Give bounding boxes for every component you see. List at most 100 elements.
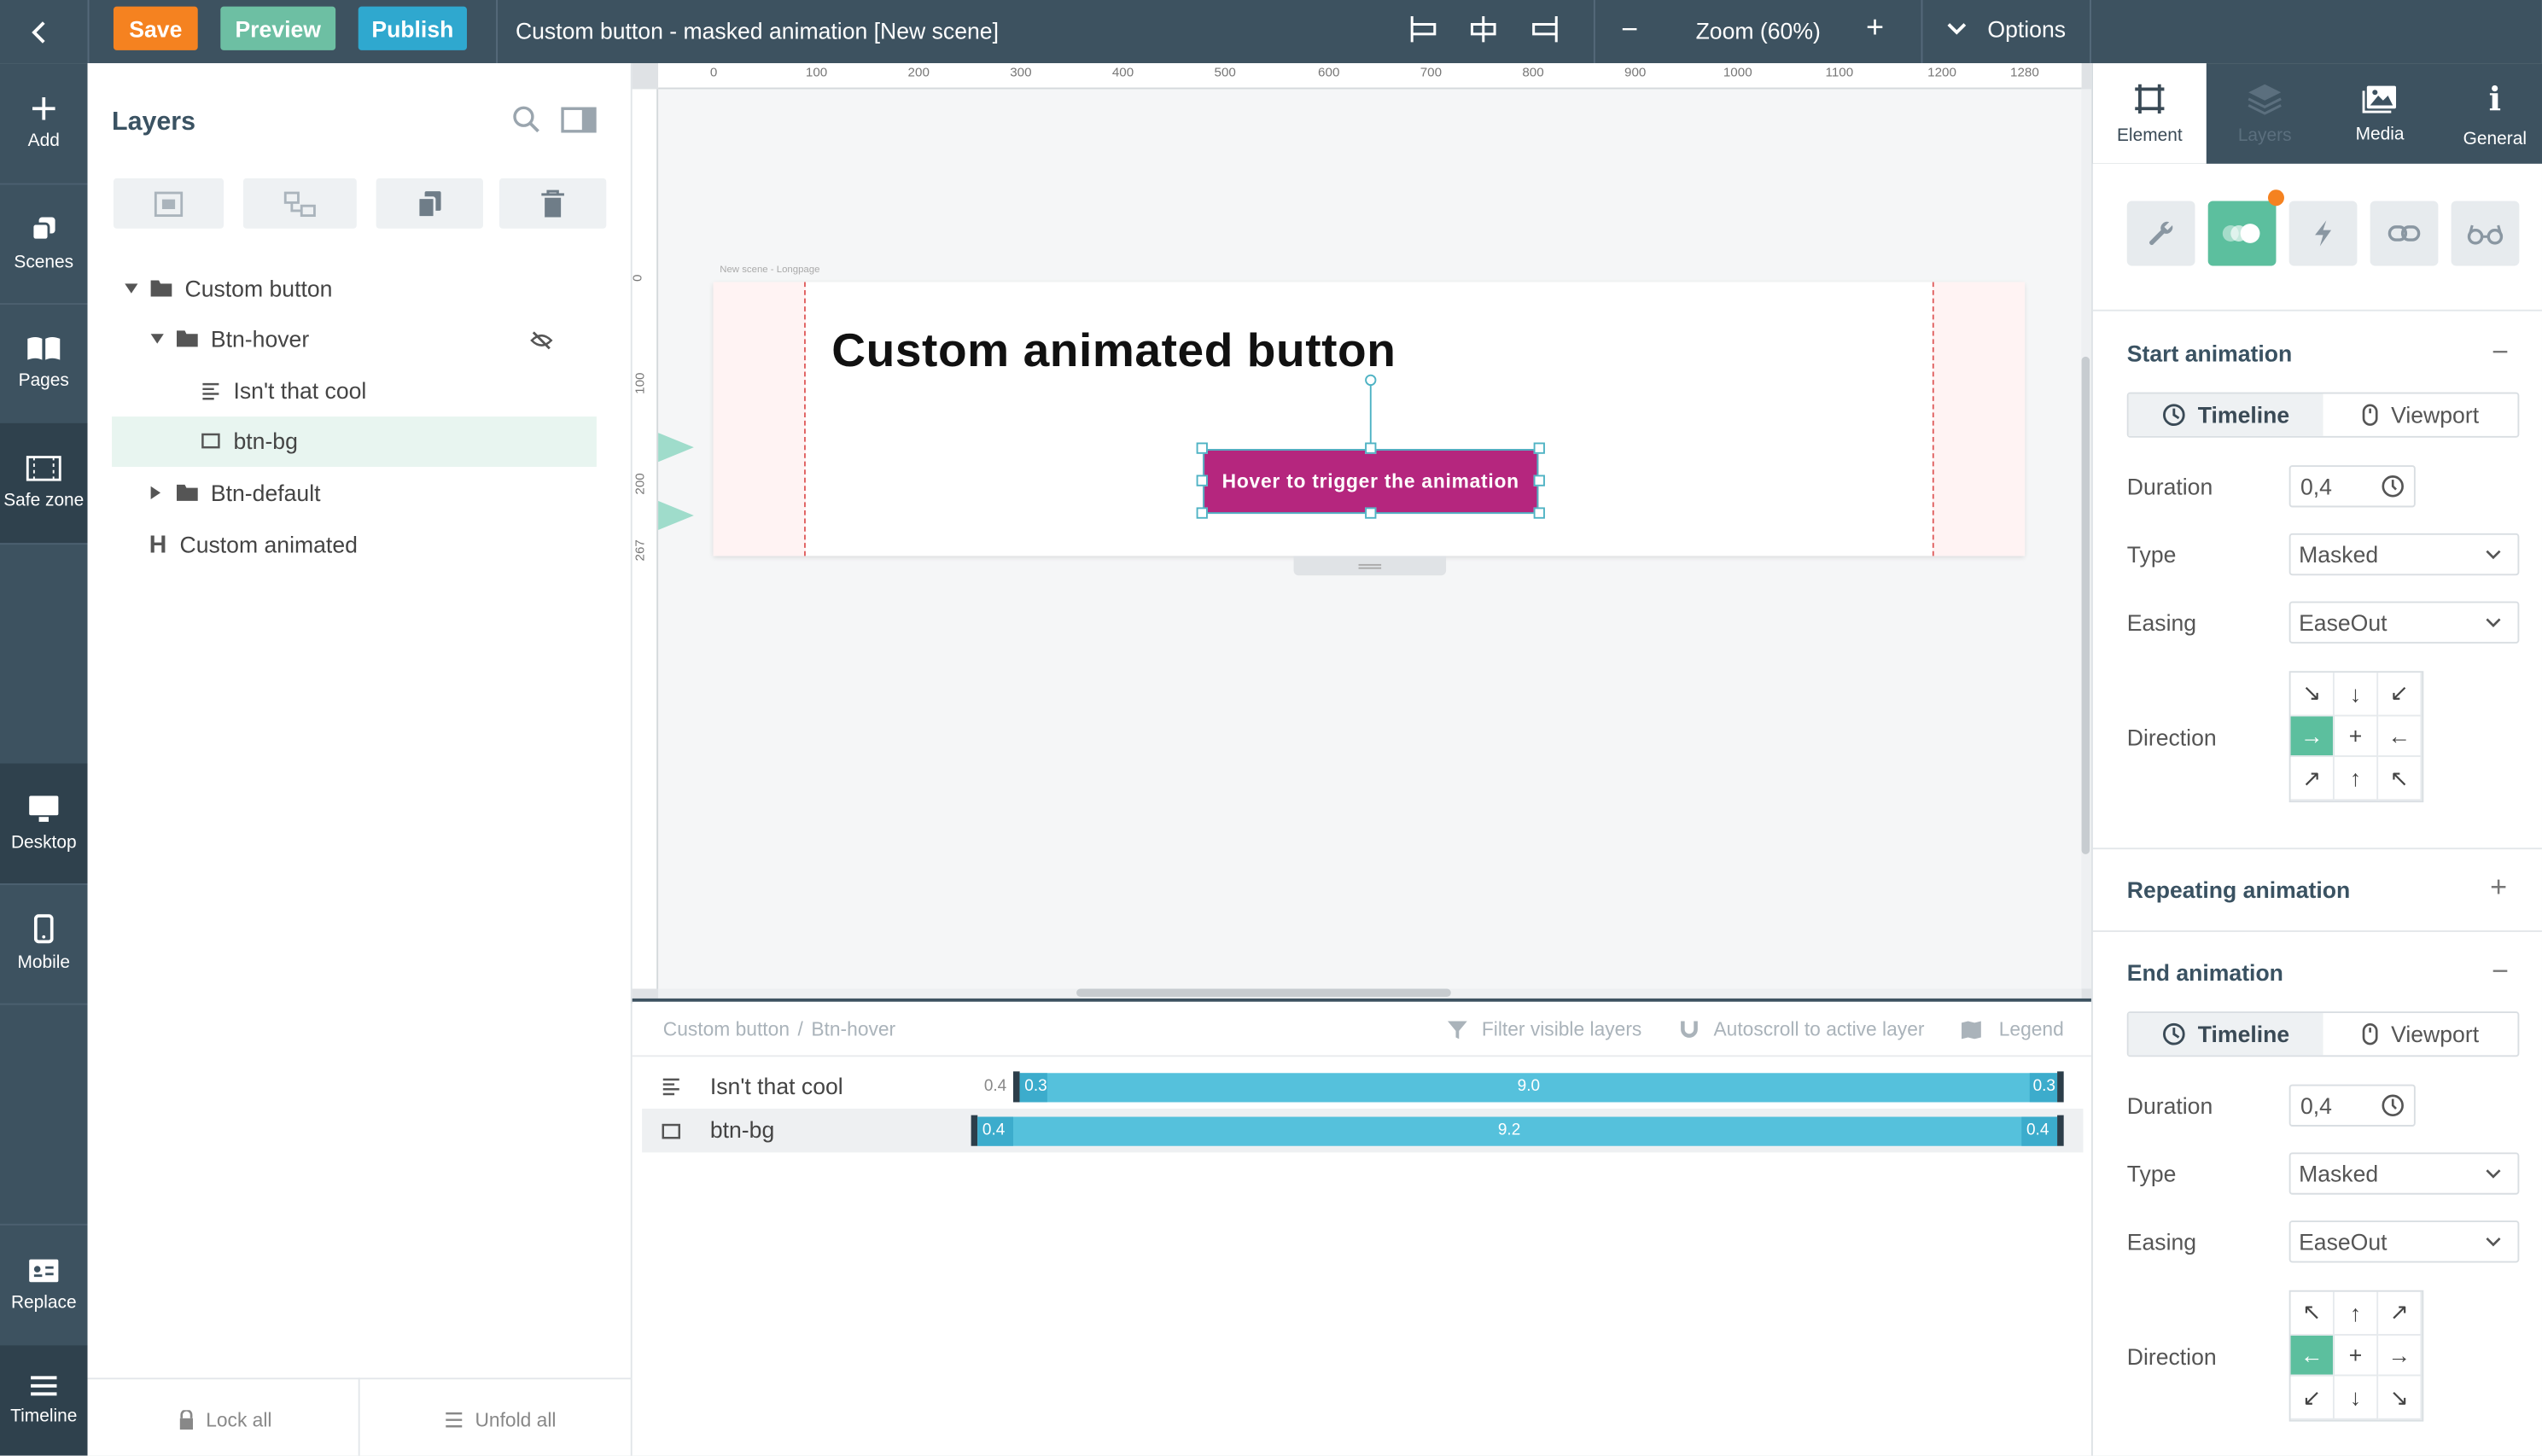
direction-arrow[interactable]: → [2378,1335,2422,1377]
tree-item-custom-button[interactable]: Custom button [123,265,332,313]
resize-handle[interactable] [1533,507,1545,519]
direction-arrow[interactable]: ↙ [2290,1377,2335,1420]
timeline-row[interactable]: Isn't that cool 0.4 0.3 9.0 0.3 [642,1065,2083,1109]
direction-arrow[interactable]: ← [2378,715,2422,758]
preview-button[interactable]: Preview [220,6,336,50]
autoscroll-toggle[interactable]: Autoscroll to active layer [1680,1018,1924,1040]
direction-center[interactable]: + [2334,1335,2379,1377]
unfold-all-button[interactable]: Unfold all [444,1408,556,1431]
duplicate-button[interactable] [376,178,483,229]
animation-markers[interactable] [658,433,697,546]
zoom-in-button[interactable]: + [1866,11,1884,47]
end-mode-timeline[interactable]: Timeline [2128,1013,2323,1056]
accessibility-tool-button[interactable] [2451,201,2520,266]
direction-arrow[interactable]: ↙ [2378,673,2422,716]
group-button[interactable] [113,178,224,229]
timeline-bar-start-handle[interactable] [971,1115,978,1146]
zoom-out-button[interactable]: − [1621,13,1638,47]
direction-arrow[interactable]: ↘ [2378,1377,2422,1420]
end-duration-input[interactable]: 0,4 [2288,1084,2416,1127]
start-type-select[interactable]: Masked [2288,533,2520,576]
canvas-page[interactable]: Custom animated button Hover to trigger … [713,282,2026,556]
breadcrumb-current[interactable]: Btn-hover [811,1018,895,1041]
settings-tool-button[interactable] [2126,201,2195,266]
timeline-button[interactable]: Timeline [0,1345,88,1456]
search-button[interactable] [512,105,541,143]
end-easing-select[interactable]: EaseOut [2288,1220,2520,1263]
end-type-select[interactable]: Masked [2288,1152,2520,1195]
timeline-bar-end-handle[interactable] [2057,1071,2064,1103]
timeline-bar-start-handle[interactable] [1013,1071,1020,1103]
resize-handle[interactable] [1365,507,1377,519]
safe-zone-button[interactable]: Safe zone [0,422,88,544]
replace-button[interactable]: Replace [0,1226,88,1346]
direction-arrow[interactable]: ↘ [2290,673,2335,716]
tab-media[interactable]: Media [2323,63,2437,164]
breadcrumb-root[interactable]: Custom button [663,1018,790,1041]
end-mode-viewport[interactable]: Viewport [2323,1013,2518,1055]
trigger-tool-button[interactable] [2288,201,2358,266]
direction-arrow[interactable]: ↗ [2290,757,2335,801]
visibility-toggle[interactable] [530,329,553,358]
mobile-button[interactable]: Mobile [0,883,88,1004]
resize-handle[interactable] [1365,442,1377,454]
link-tool-button[interactable] [2370,201,2439,266]
align-left-button[interactable] [1408,13,1443,45]
horizontal-scrollbar[interactable] [658,988,2082,999]
tree-item-custom-animated[interactable]: H Custom animated [149,521,358,569]
tab-general[interactable]: i General [2438,63,2542,164]
animation-tool-button[interactable] [2207,189,2284,266]
resize-handle[interactable] [1196,507,1208,519]
direction-arrow[interactable]: ↓ [2334,1377,2379,1420]
align-center-button[interactable] [1467,13,1503,45]
resize-handle[interactable] [1196,475,1208,486]
pages-button[interactable]: Pages [0,303,88,423]
vertical-scrollbar[interactable] [2081,89,2091,989]
tree-item-isnt-that-cool[interactable]: Isn't that cool [201,366,366,415]
align-right-button[interactable] [1529,13,1565,45]
start-easing-select[interactable]: EaseOut [2288,601,2520,644]
tree-item-btn-bg[interactable]: btn-bg [201,416,298,465]
options-button[interactable]: Options [1945,16,2066,42]
direction-arrow[interactable]: ↗ [2378,1291,2422,1336]
filter-visible-layers-toggle[interactable]: Filter visible layers [1447,1018,1641,1040]
tree-item-btn-hover[interactable]: Btn-hover [149,314,309,363]
direction-center[interactable]: + [2334,715,2379,758]
save-button[interactable]: Save [113,6,198,50]
expand-repeating-button[interactable]: + [2490,871,2507,905]
tab-layers[interactable]: Layers [2208,63,2322,164]
heading-element[interactable]: Custom animated button [831,326,1396,380]
page-resize-handle[interactable] [1293,556,1447,576]
start-mode-timeline[interactable]: Timeline [2128,393,2323,436]
direction-arrow[interactable]: ↑ [2334,1291,2379,1336]
direction-arrow[interactable]: ↖ [2378,757,2422,801]
back-button[interactable] [0,0,78,63]
lock-all-button[interactable]: Lock all [178,1408,271,1431]
direction-arrow[interactable]: ↖ [2290,1291,2335,1336]
timeline-row-selected[interactable]: btn-bg 0.4 9.2 0.4 [642,1109,2084,1153]
collapse-start-button[interactable]: − [2492,335,2509,370]
direction-arrow[interactable]: ↑ [2334,757,2379,801]
collapse-end-button[interactable]: − [2492,955,2509,989]
legend-button[interactable]: Legend [1960,1018,2064,1040]
resize-handle[interactable] [1533,475,1545,486]
panel-toggle-button[interactable] [561,107,597,141]
direction-arrow[interactable]: ↓ [2334,673,2379,716]
direction-arrow-selected[interactable]: → [2290,715,2335,758]
resize-handle[interactable] [1196,442,1208,454]
tree-item-btn-default[interactable]: Btn-default [149,469,321,517]
delete-button[interactable] [498,178,607,229]
add-button[interactable]: Add [0,63,88,183]
start-mode-viewport[interactable]: Viewport [2323,394,2518,436]
timeline-bar-end-handle[interactable] [2057,1115,2064,1146]
publish-button[interactable]: Publish [358,6,467,50]
hover-button-element[interactable]: Hover to trigger the animation [1203,449,1539,515]
tab-element[interactable]: Element [2092,63,2207,164]
start-duration-input[interactable]: 0,4 [2288,465,2416,508]
scenes-button[interactable]: Scenes [0,183,88,304]
direction-arrow-selected[interactable]: ← [2290,1335,2335,1377]
timeline-bar[interactable]: 0.3 9.0 0.3 [1019,1073,2058,1103]
ungroup-button[interactable] [242,178,357,229]
timeline-bar[interactable]: 0.4 9.2 0.4 [977,1116,2058,1146]
desktop-button[interactable]: Desktop [0,763,88,884]
